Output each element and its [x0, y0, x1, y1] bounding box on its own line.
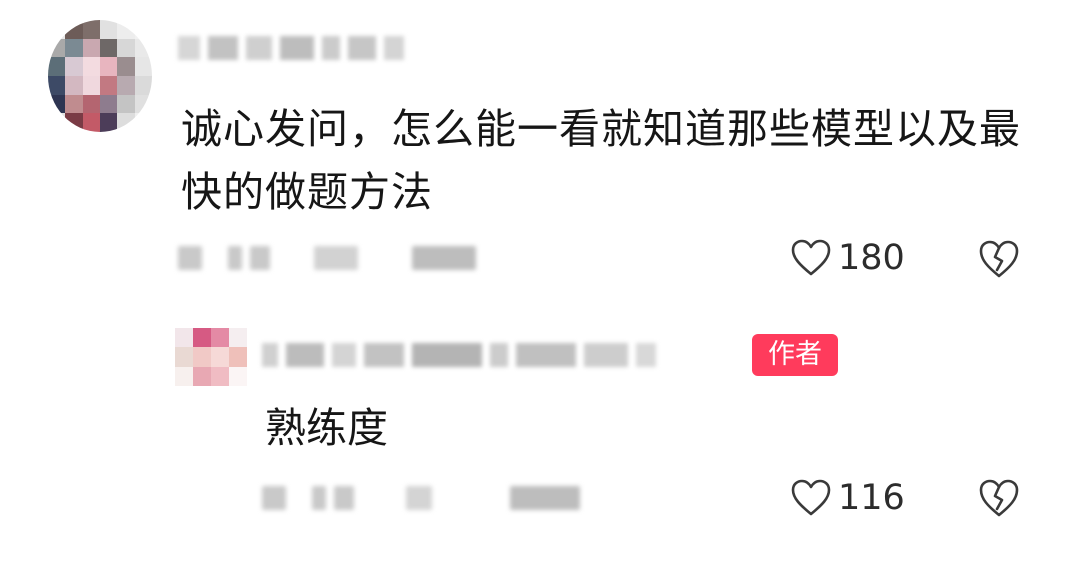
reply-like-button[interactable]: 116	[790, 478, 905, 518]
like-count: 180	[838, 238, 905, 278]
reply-avatar[interactable]	[175, 328, 247, 386]
comment-meta	[178, 246, 476, 270]
username[interactable]	[178, 36, 404, 60]
author-badge: 作者	[752, 334, 838, 376]
comment-text: 诚心发问，怎么能一看就知道那些模型以及最快的做题方法	[181, 105, 1021, 216]
reply-meta	[262, 486, 580, 510]
avatar[interactable]	[48, 20, 152, 132]
broken-heart-icon[interactable]	[977, 477, 1021, 519]
reply-text: 熟练度	[265, 404, 388, 452]
broken-heart-icon[interactable]	[977, 238, 1021, 280]
reply-username[interactable]	[262, 343, 656, 367]
reply-like-count: 116	[838, 478, 905, 518]
heart-outline-icon	[791, 479, 831, 516]
heart-outline-icon	[791, 239, 831, 276]
like-button[interactable]: 180	[790, 238, 905, 278]
